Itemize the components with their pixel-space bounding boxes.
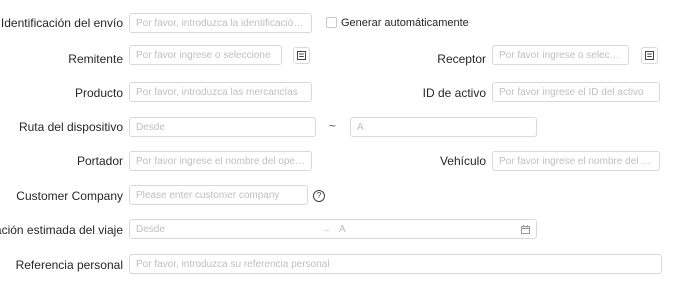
sender-input[interactable]: Por favor ingrese o seleccione — [129, 45, 282, 65]
sender-label: Remitente — [68, 52, 123, 66]
customer-company-label: Customer Company — [16, 189, 123, 203]
receiver-input[interactable]: Por favor ingrese o selecc... — [492, 45, 629, 65]
device-route-to-input[interactable]: A — [350, 117, 537, 137]
vehicle-placeholder: Por favor ingrese el nombre del veh... — [499, 155, 653, 167]
auto-generate-checkbox[interactable] — [326, 17, 337, 28]
personal-reference-placeholder: Por favor, introduzca su referencia pers… — [136, 258, 330, 270]
sender-placeholder: Por favor ingrese o seleccione — [136, 49, 271, 61]
vehicle-label: Vehículo — [439, 154, 486, 168]
device-route-to-placeholder: A — [357, 121, 364, 133]
asset-id-label: ID de activo — [422, 86, 486, 100]
product-placeholder: Por favor, introduzca las mercancías — [136, 86, 298, 98]
address-book-icon — [645, 51, 654, 60]
receiver-placeholder: Por favor ingrese o selecc... — [499, 49, 622, 61]
calendar-icon[interactable] — [521, 224, 530, 234]
range-arrow-icon: → — [321, 223, 331, 235]
auto-generate-label[interactable]: Generar automáticamente — [341, 16, 469, 30]
receiver-label: Receptor — [437, 52, 486, 66]
trip-duration-label: Duración estimada del viaje — [0, 223, 123, 237]
trip-duration-from-placeholder: Desde — [136, 223, 165, 235]
carrier-placeholder: Por favor ingrese el nombre del operad..… — [136, 155, 305, 167]
shipment-id-label: Identificación del envío — [0, 16, 123, 30]
asset-id-placeholder: Por favor ingrese el ID del activo — [499, 86, 644, 98]
personal-reference-label: Referencia personal — [15, 258, 123, 272]
asset-id-input[interactable]: Por favor ingrese el ID del activo — [492, 82, 660, 102]
device-route-from-placeholder: Desde — [136, 121, 165, 133]
product-label: Producto — [74, 86, 123, 100]
trip-duration-range-input[interactable]: Desde → A — [129, 219, 537, 239]
personal-reference-input[interactable]: Por favor, introduzca su referencia pers… — [129, 254, 662, 274]
help-icon[interactable]: ? — [313, 190, 325, 202]
customer-company-placeholder: Please enter customer company — [136, 189, 280, 201]
vehicle-input[interactable]: Por favor ingrese el nombre del veh... — [492, 151, 660, 171]
device-route-from-input[interactable]: Desde — [129, 117, 316, 137]
shipment-id-placeholder: Por favor, introduzca la identificación … — [136, 17, 305, 29]
device-route-label: Ruta del dispositivo — [18, 120, 123, 134]
product-input[interactable]: Por favor, introduzca las mercancías — [129, 82, 312, 102]
address-book-icon — [297, 51, 306, 60]
carrier-input[interactable]: Por favor ingrese el nombre del operad..… — [129, 151, 312, 171]
shipment-id-input[interactable]: Por favor, introduzca la identificación … — [129, 13, 312, 33]
sender-address-book-button[interactable] — [293, 47, 310, 64]
trip-duration-to-placeholder: A — [339, 223, 346, 235]
carrier-label: Portador — [76, 154, 123, 168]
receiver-address-book-button[interactable] — [641, 47, 658, 64]
customer-company-input[interactable]: Please enter customer company — [129, 185, 308, 205]
device-route-separator: ~ — [329, 119, 337, 133]
